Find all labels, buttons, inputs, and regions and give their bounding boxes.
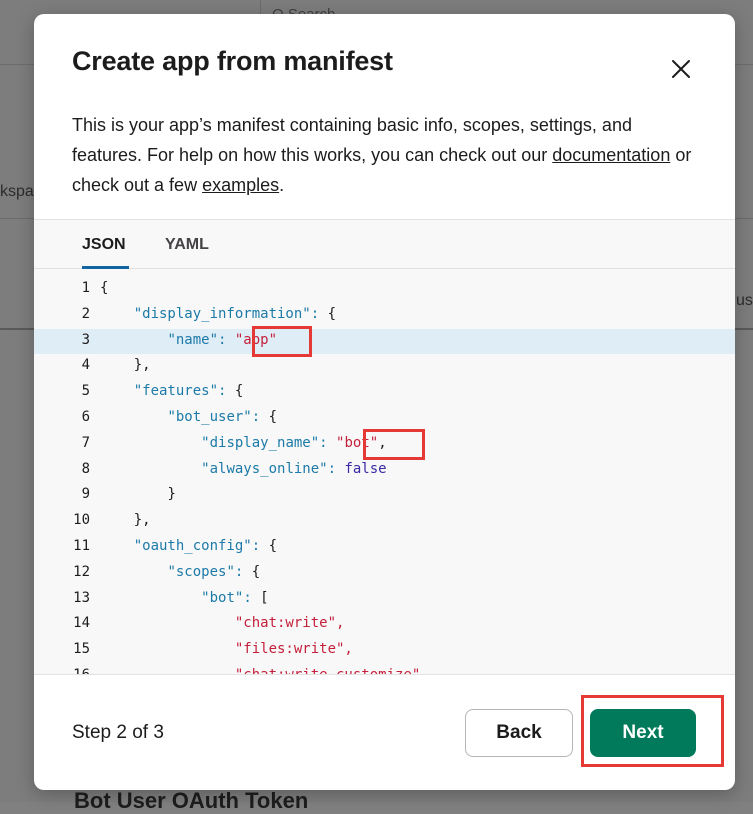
- line-number: 13: [73, 589, 90, 606]
- tab-yaml[interactable]: YAML: [165, 236, 209, 254]
- line-number: 16: [73, 667, 90, 675]
- line-number: 4: [81, 357, 90, 374]
- line-number: 6: [81, 409, 90, 425]
- background-right-fragment: us: [736, 292, 753, 309]
- active-tab-indicator: [82, 266, 129, 269]
- line-number: 1: [81, 280, 90, 296]
- code-text: "features": {: [133, 383, 244, 400]
- code-text: "always_online": false: [201, 460, 387, 477]
- tab-json[interactable]: JSON: [82, 236, 126, 254]
- code-text: }: [167, 486, 176, 503]
- code-line: 2 "display_information": {: [34, 303, 735, 329]
- back-button[interactable]: Back: [465, 709, 573, 757]
- examples-link[interactable]: examples: [202, 175, 279, 195]
- line-number: 2: [81, 305, 90, 322]
- code-line-highlighted: 3 "name": "app": [34, 328, 735, 355]
- code-line: 16 "chat:write.customize": [34, 664, 735, 675]
- code-text: "display_name": "bot",: [201, 434, 387, 451]
- line-number: 14: [73, 615, 90, 632]
- code-text: "display_information": {: [133, 305, 337, 322]
- modal-description: This is your app’s manifest containing b…: [72, 110, 702, 200]
- code-line: 8 "always_online": false: [34, 458, 735, 484]
- code-text: "oauth_config": {: [133, 538, 278, 554]
- code-line: 6 "bot_user": {: [34, 406, 735, 432]
- create-app-modal: Create app from manifest This is your ap…: [34, 14, 735, 790]
- background-bottom-fragment: Bot User OAuth Token: [74, 788, 309, 813]
- code-line: 15 "files:write",: [34, 638, 735, 664]
- line-number: 7: [81, 434, 90, 451]
- code-line: 13 "bot": [: [34, 587, 735, 613]
- code-line: 5 "features": {: [34, 380, 735, 406]
- code-line: 4 },: [34, 354, 735, 380]
- format-tabs: JSON YAML: [34, 220, 735, 269]
- line-number: 11: [73, 538, 90, 554]
- description-text: This is your app’s manifest containing b…: [72, 115, 632, 165]
- code-text: },: [133, 357, 151, 374]
- line-number: 3: [81, 331, 90, 348]
- close-icon: [672, 60, 690, 78]
- close-button[interactable]: [666, 54, 696, 84]
- line-number: 10: [73, 512, 90, 529]
- code-text: "files:write",: [234, 641, 353, 658]
- code-line: 10 },: [34, 509, 735, 535]
- line-number: 5: [81, 383, 90, 400]
- line-number: 15: [73, 641, 90, 658]
- code-text: },: [133, 512, 151, 529]
- code-text: {: [100, 280, 109, 296]
- annotation-box-bot: [363, 429, 425, 460]
- code-text: "scopes": {: [167, 563, 261, 580]
- code-line: 12 "scopes": {: [34, 561, 735, 587]
- annotation-box-next: [581, 695, 724, 767]
- code-line: 9 }: [34, 483, 735, 509]
- manifest-editor[interactable]: JSON YAML 1 { 2 "display_information": {…: [34, 219, 735, 675]
- annotation-box-app: [252, 326, 312, 357]
- code-area[interactable]: 1 { 2 "display_information": { 3 "name":…: [34, 277, 735, 674]
- documentation-link[interactable]: documentation: [552, 145, 670, 165]
- code-text: "chat:write",: [234, 615, 345, 632]
- code-text: "bot": [: [201, 589, 269, 606]
- code-line: 14 "chat:write",: [34, 612, 735, 638]
- line-number: 8: [81, 460, 90, 477]
- step-indicator: Step 2 of 3: [72, 722, 164, 743]
- background-left-fragment: kspa: [0, 183, 34, 200]
- code-line: 11 "oauth_config": {: [34, 535, 735, 561]
- code-text: "chat:write.customize": [234, 667, 421, 675]
- description-text: .: [279, 175, 285, 195]
- code-line: 1 {: [34, 277, 735, 303]
- line-number: 12: [73, 563, 90, 580]
- modal-title: Create app from manifest: [72, 46, 393, 76]
- code-text: "bot_user": {: [167, 409, 278, 425]
- line-number: 9: [81, 486, 90, 503]
